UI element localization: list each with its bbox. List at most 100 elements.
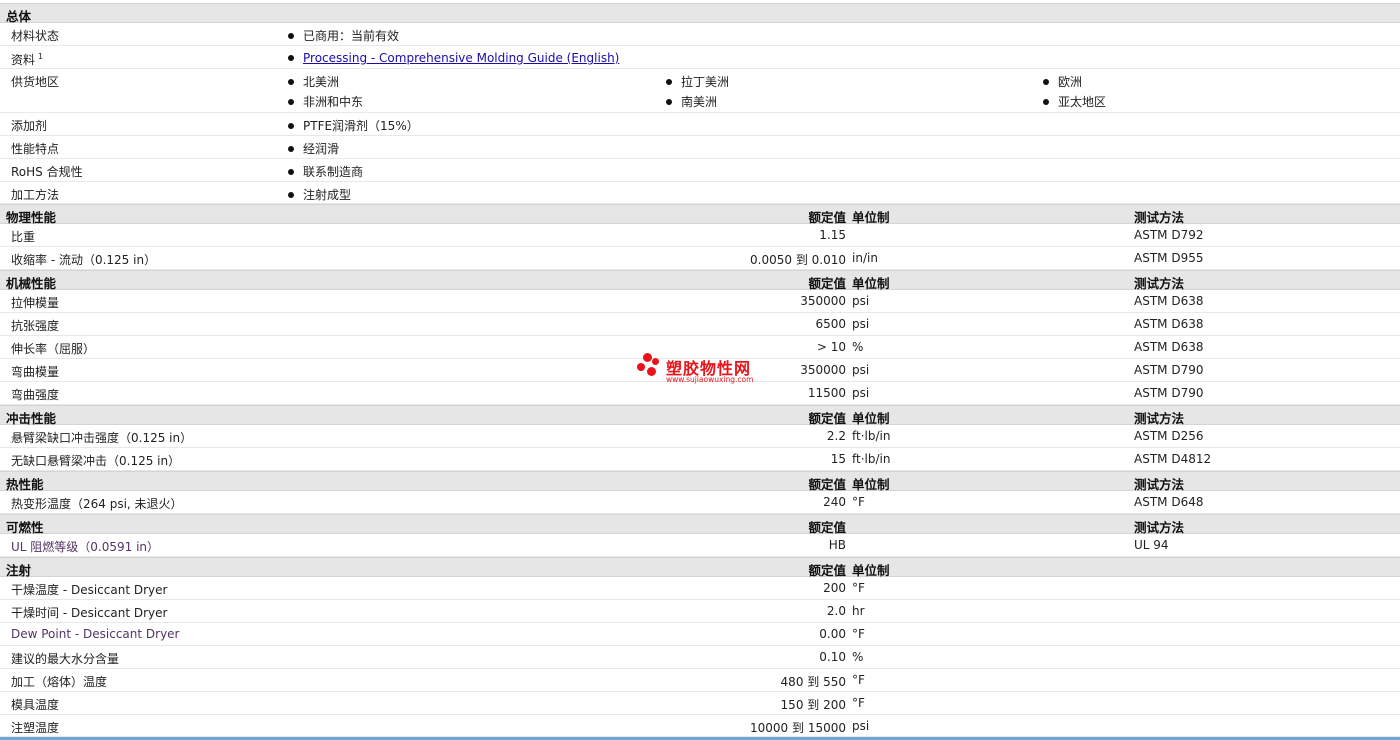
- section-header-thermal: 热性能 额定值 单位制 测试方法: [0, 471, 1400, 492]
- table-row: 无缺口悬臂梁冲击（0.125 in） 15 ft·lb/in ASTM D481…: [0, 448, 1400, 471]
- row-method: ASTM D638: [1134, 317, 1204, 331]
- row-unit: ft·lb/in: [852, 452, 891, 466]
- row-unit: ft·lb/in: [852, 429, 891, 443]
- row-value: 10000 到 15000: [750, 721, 846, 735]
- row-value: 240: [823, 495, 846, 509]
- row-value: 15: [830, 452, 846, 466]
- table-row: Dew Point - Desiccant Dryer 0.00 °F: [0, 623, 1400, 646]
- row-value: HB: [828, 538, 846, 552]
- section-header-general: 总体: [0, 3, 1400, 24]
- table-row: 干燥温度 - Desiccant Dryer 200 °F: [0, 577, 1400, 600]
- row-label: 供货地区: [11, 75, 60, 89]
- row-label: 热变形温度（264 psi, 未退火）: [11, 497, 183, 511]
- table-row: 悬臂梁缺口冲击强度（0.125 in） 2.2 ft·lb/in ASTM D2…: [0, 425, 1400, 448]
- row-label: 干燥时间 - Desiccant Dryer: [11, 606, 168, 620]
- row-value: 150 到 200: [780, 698, 846, 712]
- watermark: 塑胶物性网 www.sujiaowuxing.com: [636, 351, 776, 391]
- row-unit: °F: [852, 495, 865, 509]
- row-method: ASTM D648: [1134, 495, 1204, 509]
- section-header-flammability: 可燃性 额定值 测试方法: [0, 514, 1400, 535]
- section-header-physical: 物理性能 额定值 单位制 测试方法: [0, 204, 1400, 225]
- row-value: 480 到 550: [780, 675, 846, 689]
- row-label: 加工（熔体）温度: [11, 675, 108, 689]
- region-item: 南美洲: [666, 93, 717, 110]
- row-value: 11500: [807, 386, 846, 400]
- row-value: 350000: [800, 294, 846, 308]
- row-unit: psi: [852, 719, 870, 733]
- document-link[interactable]: Processing - Comprehensive Molding Guide…: [303, 51, 619, 65]
- row-label: UL 阻燃等级（0.0591 in）: [11, 540, 160, 554]
- row-label: RoHS 合规性: [11, 165, 83, 179]
- row-method: ASTM D638: [1134, 294, 1204, 308]
- bullet-item: 已商用：当前有效: [288, 27, 399, 44]
- row-unit: %: [852, 340, 864, 354]
- bullet-icon: [288, 32, 294, 39]
- table-row: 收缩率 - 流动（0.125 in） 0.0050 到 0.010 in/in …: [0, 247, 1400, 270]
- additive-row: 添加剂 PTFE润滑剂（15%）: [0, 113, 1400, 136]
- bullet-item: 经润滑: [288, 140, 339, 157]
- row-value: 2.2: [826, 429, 846, 443]
- bullet-icon: [288, 78, 294, 85]
- row-label: 悬臂梁缺口冲击强度（0.125 in）: [11, 431, 193, 445]
- row-label: 资料 1: [11, 52, 44, 67]
- row-value: 200: [823, 581, 846, 595]
- table-row: 加工（熔体）温度 480 到 550 °F: [0, 669, 1400, 692]
- row-label: 比重: [11, 230, 36, 244]
- row-unit: psi: [852, 363, 870, 377]
- region-item: 亚太地区: [1043, 93, 1106, 110]
- table-row: 拉伸模量 350000 psi ASTM D638: [0, 290, 1400, 313]
- bullet-icon: [666, 98, 672, 105]
- row-unit: °F: [852, 696, 865, 710]
- bullet-icon: [288, 191, 294, 198]
- row-label: 伸长率（屈服）: [11, 342, 96, 356]
- section-header-impact: 冲击性能 额定值 单位制 测试方法: [0, 405, 1400, 426]
- table-row: 干燥时间 - Desiccant Dryer 2.0 hr: [0, 600, 1400, 623]
- row-unit: °F: [852, 581, 865, 595]
- row-method: ASTM D638: [1134, 340, 1204, 354]
- row-label: 注塑温度: [11, 721, 60, 735]
- row-value: 6500: [815, 317, 846, 331]
- table-row: 热变形温度（264 psi, 未退火） 240 °F ASTM D648: [0, 491, 1400, 514]
- row-method: UL 94: [1134, 538, 1169, 552]
- row-label: 材料状态: [11, 29, 60, 43]
- watermark-url: www.sujiaowuxing.com: [666, 375, 754, 384]
- table-row: UL 阻燃等级（0.0591 in） HB UL 94: [0, 534, 1400, 557]
- row-value: 350000: [800, 363, 846, 377]
- row-method: ASTM D4812: [1134, 452, 1212, 466]
- row-unit: %: [852, 650, 864, 664]
- bullet-item: 注射成型: [288, 186, 351, 203]
- row-unit: psi: [852, 317, 870, 331]
- row-label: 建议的最大水分含量: [11, 652, 120, 666]
- row-value: 0.10: [819, 650, 846, 664]
- region-item: 北美洲: [288, 73, 339, 90]
- row-value: 0.00: [819, 627, 846, 641]
- section-header-injection: 注射 额定值 单位制: [0, 557, 1400, 578]
- features-row: 性能特点 经润滑: [0, 136, 1400, 159]
- row-value: 1.15: [819, 228, 846, 242]
- row-value: > 10: [816, 340, 846, 354]
- region-item: 欧洲: [1043, 73, 1082, 90]
- bullet-icon: [1043, 98, 1049, 105]
- row-value: 0.0050 到 0.010: [750, 253, 846, 267]
- bullet-icon: [1043, 78, 1049, 85]
- bullet-icon: [666, 78, 672, 85]
- row-label: 干燥温度 - Desiccant Dryer: [11, 583, 168, 597]
- row-label: Dew Point - Desiccant Dryer: [11, 627, 180, 641]
- row-label: 弯曲模量: [11, 365, 60, 379]
- row-method: ASTM D790: [1134, 386, 1204, 400]
- row-method: ASTM D792: [1134, 228, 1204, 242]
- documents-row: 资料 1 Processing - Comprehensive Molding G…: [0, 46, 1400, 69]
- bullet-icon: [288, 168, 294, 175]
- row-unit: psi: [852, 294, 870, 308]
- table-row: 模具温度 150 到 200 °F: [0, 692, 1400, 715]
- row-unit: psi: [852, 386, 870, 400]
- row-unit: hr: [852, 604, 865, 618]
- row-label: 添加剂: [11, 119, 48, 133]
- processing-method-row: 加工方法 注射成型: [0, 182, 1400, 204]
- row-value: 2.0: [826, 604, 846, 618]
- row-label: 拉伸模量: [11, 296, 60, 310]
- row-label: 加工方法: [11, 188, 60, 202]
- row-method: ASTM D955: [1134, 251, 1204, 265]
- bullet-icon: [288, 145, 294, 152]
- row-method: ASTM D790: [1134, 363, 1204, 377]
